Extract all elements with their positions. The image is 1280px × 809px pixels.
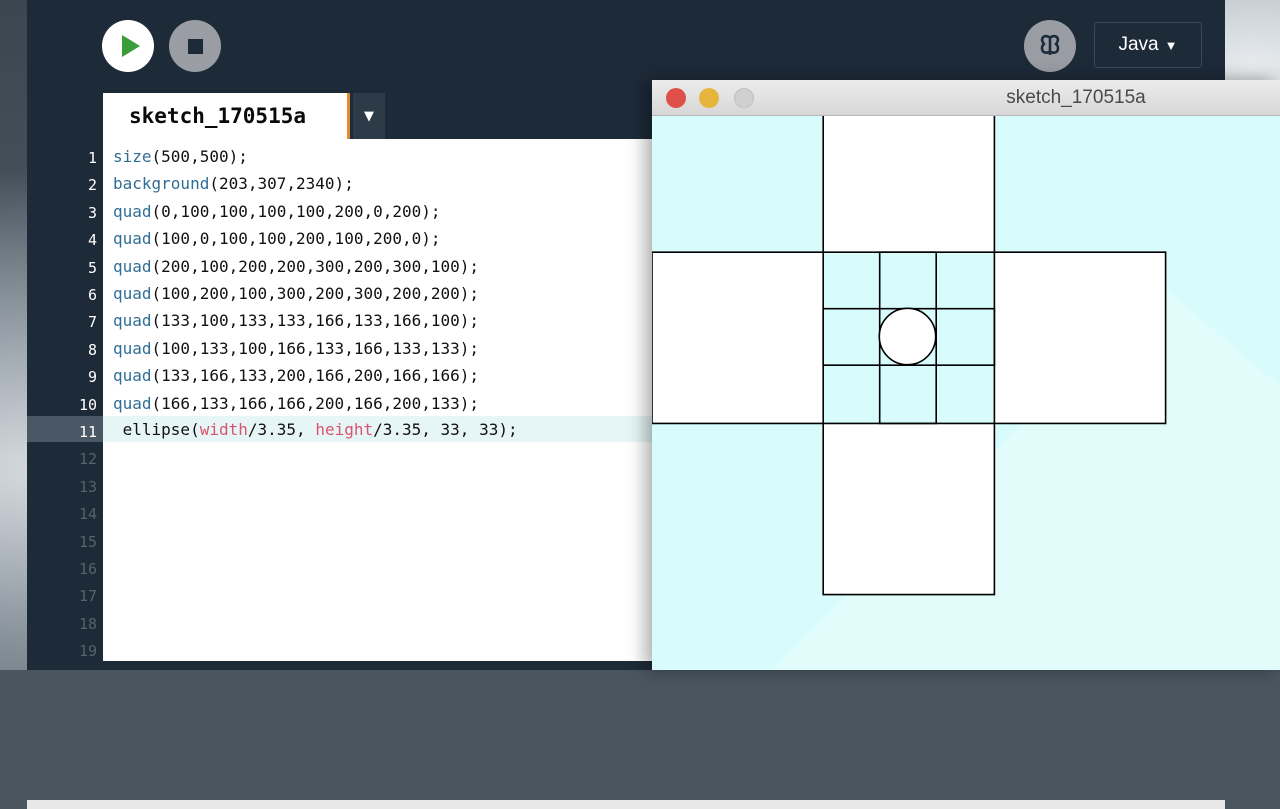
editor-scrollbar[interactable]: [27, 800, 1225, 809]
line-number: 8: [87, 340, 97, 359]
line-number: 17: [78, 587, 97, 606]
quad-shape: [878, 251, 938, 310]
tab-menu-button[interactable]: ▼: [353, 93, 385, 139]
chevron-down-icon: ▼: [1164, 37, 1178, 53]
line-number: 6: [87, 286, 97, 304]
line-number: 18: [78, 614, 97, 633]
code-line: quad(100,0,100,100,200,100,200,0);: [113, 229, 441, 249]
ellipse-shape: [878, 307, 937, 366]
code-line: quad(100,133,100,166,133,166,133,133);: [113, 338, 480, 358]
mode-selector[interactable]: Java ▼: [1094, 22, 1202, 68]
code-line: quad(0,100,100,100,100,200,0,200);: [113, 201, 441, 221]
tab-sketch[interactable]: sketch_170515a: [103, 93, 350, 139]
sketch-titlebar[interactable]: sketch_170515a: [652, 80, 1280, 116]
line-number: 14: [78, 505, 97, 524]
line-number: 12: [78, 450, 97, 469]
line-number: 19: [78, 642, 97, 661]
line-number-gutter: 1 2 3 4 5 6 7 8 9 10 11 12 13 14 15 16 17 18 19: [27, 139, 103, 661]
stop-icon: [187, 38, 203, 54]
quad-shape: [993, 251, 1167, 425]
quad-shape: [822, 116, 996, 253]
code-line: quad(133,100,133,133,166,133,166,100);: [113, 311, 480, 331]
play-icon: [121, 35, 140, 57]
stop-button[interactable]: [169, 20, 221, 72]
tab-label: sketch_170515a: [129, 104, 307, 128]
quad-shape: [878, 364, 938, 425]
quad-shape: [822, 422, 996, 596]
line-number: 11: [78, 423, 97, 441]
sketch-title: sketch_170515a: [1006, 87, 1146, 108]
line-number: 5: [87, 258, 97, 277]
quad-shape: [822, 307, 881, 366]
code-line: quad(166,133,166,166,200,166,200,133);: [113, 393, 480, 413]
debug-button[interactable]: [1024, 20, 1076, 72]
chevron-down-icon: ▼: [364, 108, 374, 124]
butterfly-icon: [1040, 34, 1060, 55]
quad-shape: [935, 307, 996, 366]
line-number: 4: [87, 231, 97, 250]
line-number: 10: [78, 395, 97, 414]
sketch-canvas: [652, 116, 1280, 670]
code-line: quad(133,166,133,200,166,200,166,166);: [113, 366, 480, 386]
code-line: quad(200,100,200,200,300,200,300,100);: [113, 256, 480, 276]
line-number: 7: [87, 313, 97, 332]
run-button[interactable]: [102, 20, 154, 72]
code-line: background(203,307,2340);: [113, 174, 354, 194]
quad-shape: [652, 251, 824, 425]
line-number: 9: [87, 368, 97, 387]
sketch-window: sketch_170515a: [652, 80, 1280, 670]
code-line-11: ellipse(width/3.35, height/3.35, 33, 33)…: [113, 420, 518, 439]
line-number: 1: [87, 149, 97, 167]
line-number: 16: [78, 560, 97, 578]
toolbar: Java ▼: [27, 0, 1225, 92]
line-number: 13: [78, 477, 97, 496]
line-number: 3: [87, 203, 97, 222]
line-number: 2: [87, 176, 97, 195]
line-number: 15: [78, 532, 97, 551]
code-line: size(500,500);: [113, 147, 248, 166]
code-line: quad(100,200,100,300,200,300,200,200);: [113, 284, 480, 303]
mode-label: Java: [1118, 34, 1159, 55]
